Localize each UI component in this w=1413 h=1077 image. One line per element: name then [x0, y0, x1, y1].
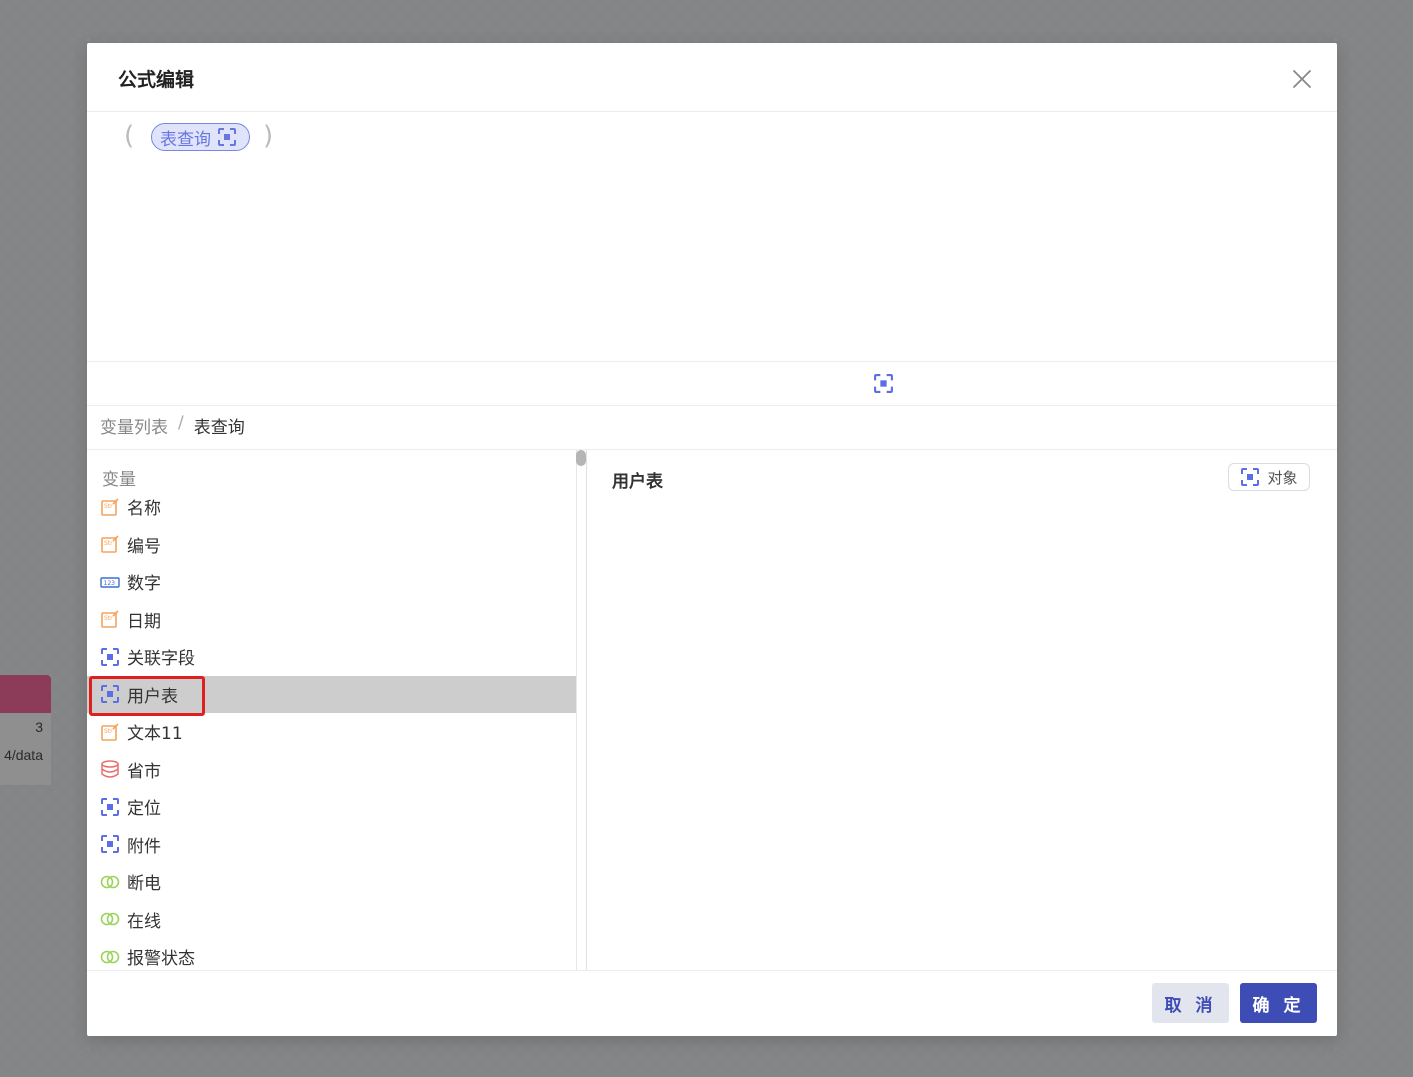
- object-icon: [101, 835, 119, 854]
- formula-open-paren: (: [124, 121, 135, 151]
- background-node-header: [0, 675, 51, 713]
- variable-item[interactable]: Str 日期: [87, 601, 576, 639]
- variable-item[interactable]: Str 名称: [87, 488, 576, 526]
- variable-item-label: 名称: [127, 499, 161, 520]
- breadcrumb: 变量列表 / 表查询: [100, 413, 245, 438]
- variable-item-label: 省市: [127, 761, 161, 782]
- svg-text:123: 123: [104, 580, 116, 587]
- formula-chip-label: 表查询: [160, 129, 211, 150]
- confirm-button[interactable]: 确 定: [1240, 983, 1317, 1023]
- number-icon: 123: [100, 577, 120, 588]
- variable-item[interactable]: 附件: [87, 826, 576, 864]
- variable-list: Str 名称 Str 编号 123 数字 Str 日期关联字段用户表 Str 文本11 省市定位附件…: [87, 488, 576, 970]
- object-icon: [101, 797, 119, 816]
- variable-item-label: 定位: [127, 799, 161, 820]
- svg-text:Str: Str: [104, 503, 113, 510]
- scrollbar-thumb[interactable]: [576, 450, 586, 466]
- variable-item-label: 数字: [127, 574, 161, 595]
- background-node-line2: 4/data: [4, 747, 43, 763]
- svg-text:Str: Str: [104, 615, 113, 622]
- scrollbar-track[interactable]: [576, 450, 586, 970]
- variable-item-label: 报警状态: [127, 949, 195, 970]
- variable-item-label: 在线: [127, 911, 161, 932]
- variable-item[interactable]: 报警状态: [87, 938, 576, 970]
- variable-item[interactable]: 定位: [87, 788, 576, 826]
- variable-item[interactable]: Str 文本11: [87, 713, 576, 751]
- object-icon: [218, 128, 236, 146]
- variable-item[interactable]: 123 数字: [87, 563, 576, 601]
- dialog-header: 公式编辑: [87, 43, 1337, 112]
- close-icon: [1293, 70, 1311, 88]
- dialog-title: 公式编辑: [118, 70, 195, 91]
- string-icon: Str: [101, 498, 119, 516]
- formula-editor-area[interactable]: ( 表查询 ): [87, 112, 1337, 360]
- variable-list-panel: 变量 Str 名称 Str 编号 123 数字 Str 日期关联字段用户表 Str 文本11 省市定…: [87, 450, 587, 970]
- type-badge: 对象: [1228, 463, 1310, 491]
- close-button[interactable]: [1290, 67, 1314, 91]
- variable-item-label: 文本11: [127, 724, 183, 745]
- svg-text:Str: Str: [104, 728, 113, 735]
- variable-item-label: 日期: [127, 611, 161, 632]
- background-node-text: 3 4/data: [0, 713, 51, 769]
- dialog-footer: 取 消 确 定: [87, 970, 1337, 1037]
- object-icon: [101, 647, 119, 666]
- variable-item-label: 编号: [127, 536, 161, 557]
- editor-toolbar: [87, 361, 1337, 406]
- object-icon: [101, 685, 119, 704]
- string-icon: Str: [101, 535, 119, 554]
- breadcrumb-root[interactable]: 变量列表: [100, 413, 168, 438]
- formula-chip[interactable]: 表查询: [151, 123, 250, 151]
- variable-item[interactable]: 断电: [87, 863, 576, 901]
- formula-editor-dialog: 公式编辑 ( 表查询 ) 变量列表 / 表查询 变量 Str 名称 Str 编号…: [87, 43, 1337, 1036]
- variable-item-label: 断电: [127, 874, 161, 895]
- database-icon: [101, 760, 119, 778]
- cancel-button[interactable]: 取 消: [1152, 983, 1229, 1023]
- variable-item[interactable]: 在线: [87, 901, 576, 939]
- detail-title: 用户表: [612, 472, 663, 492]
- variable-item[interactable]: 关联字段: [87, 638, 576, 676]
- background-node-line1: 3: [35, 719, 43, 735]
- breadcrumb-separator: /: [178, 413, 184, 433]
- string-icon: Str: [101, 723, 119, 741]
- object-icon: [874, 374, 893, 393]
- formula-close-paren: ): [263, 121, 274, 151]
- boolean-icon: [100, 875, 120, 889]
- toolbar-object-button[interactable]: [873, 373, 894, 394]
- object-icon: [1241, 468, 1260, 486]
- type-badge-label: 对象: [1267, 468, 1298, 487]
- variable-item-label: 附件: [127, 836, 161, 857]
- background-node: 3 4/data: [0, 675, 51, 785]
- variable-item[interactable]: 用户表: [87, 675, 576, 713]
- variable-item[interactable]: 省市: [87, 751, 576, 789]
- boolean-icon: [100, 912, 120, 926]
- variable-item-label: 用户表: [127, 686, 178, 707]
- breadcrumb-current: 表查询: [193, 418, 245, 438]
- svg-text:Str: Str: [104, 540, 113, 547]
- variable-item-label: 关联字段: [127, 649, 195, 670]
- boolean-icon: [100, 950, 120, 964]
- variable-list-heading: 变量: [102, 470, 136, 490]
- string-icon: Str: [101, 610, 119, 629]
- variable-item[interactable]: Str 编号: [87, 526, 576, 564]
